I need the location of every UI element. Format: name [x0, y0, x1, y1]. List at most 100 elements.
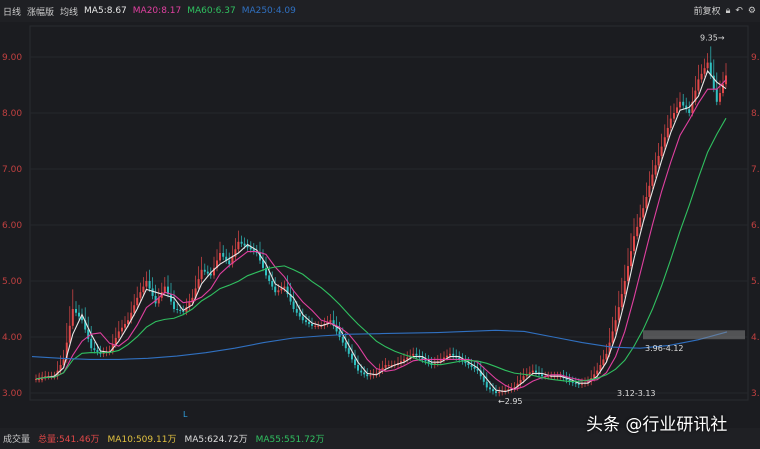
candle-body — [203, 269, 206, 272]
candle-body — [151, 288, 154, 296]
candle-body — [268, 275, 271, 281]
candle-body — [464, 361, 467, 364]
marker-l: L — [183, 410, 188, 419]
candle-body — [237, 241, 240, 250]
range-box — [643, 330, 745, 340]
candle-body — [654, 165, 657, 175]
candle-body — [170, 294, 172, 302]
y-tick-label: 6.00 — [2, 221, 22, 231]
candle-body — [676, 107, 678, 113]
adjust-button[interactable]: 前复权 — [694, 4, 721, 17]
candle-body — [277, 290, 280, 293]
candle-body — [200, 269, 203, 280]
volume-label: 成交量 — [3, 435, 31, 445]
candle-body — [357, 365, 359, 371]
candle-body — [541, 374, 543, 377]
candle-body — [623, 281, 626, 295]
ma60-line — [35, 117, 727, 383]
candle-body — [663, 137, 666, 147]
candle-body — [354, 359, 356, 365]
candle-body — [347, 348, 350, 354]
candle-body — [369, 375, 372, 377]
ma5-value: MA5:8.67 — [84, 6, 127, 16]
candle-body — [528, 372, 531, 375]
y-tick-label-right: 7. — [751, 165, 760, 175]
candle-body — [627, 266, 629, 281]
candle-body — [660, 146, 663, 156]
candle-body — [602, 359, 605, 365]
y-tick-label: 7.00 — [2, 165, 22, 175]
candle-body — [243, 243, 246, 246]
candle-body — [274, 286, 277, 293]
candle-body — [292, 301, 295, 309]
range1-annotation: 3.96-4.12 — [645, 344, 684, 353]
candle-body — [308, 322, 310, 324]
candle-body — [645, 197, 648, 209]
y-tick-label: 4.00 — [2, 333, 22, 343]
ma60-value: MA60:6.37 — [187, 6, 236, 16]
candle-body — [78, 312, 80, 317]
candle-body — [620, 294, 623, 308]
y-tick-label-right: 5. — [751, 277, 760, 287]
candle-body — [90, 338, 93, 349]
candle-body — [636, 226, 639, 237]
candle-body — [679, 101, 681, 108]
y-tick-label-right: 9. — [751, 53, 760, 63]
candle-body — [127, 320, 129, 324]
candle-body — [96, 350, 99, 352]
overlay-button[interactable]: 涨幅版 — [27, 5, 54, 18]
candle-body — [470, 365, 473, 367]
candle-body — [574, 382, 577, 384]
candle-body — [642, 208, 645, 218]
ma-toggle[interactable]: 均线 — [60, 5, 78, 18]
candle-body — [228, 260, 231, 265]
candle-body — [117, 331, 120, 338]
candle-body — [535, 370, 537, 373]
undo-icon[interactable]: ↶ — [735, 6, 743, 16]
candle-body — [666, 127, 669, 138]
settings-icon[interactable]: ⚙ — [748, 6, 756, 16]
y-tick-label-right: 6. — [751, 221, 760, 231]
y-tick-label: 5.00 — [2, 277, 22, 287]
candle-body — [387, 365, 390, 366]
candle-body — [360, 370, 363, 373]
candle-body — [252, 249, 255, 252]
candle-body — [173, 301, 175, 309]
candle-body — [283, 286, 286, 289]
candle-body — [206, 271, 209, 274]
y-tick-label: 3.00 — [2, 389, 22, 399]
candle-body — [341, 337, 344, 343]
candle-body — [344, 342, 347, 349]
price-chart[interactable]: 3.00 3. 4.00 4. 5.00 5. 6.00 6. 7.00 7. 8.00 8. 9.00… — [0, 22, 760, 428]
candle-body — [489, 387, 491, 390]
y-tick-label-right: 4. — [751, 333, 760, 343]
candle-body — [295, 309, 298, 313]
y-tick-label: 9.00 — [2, 53, 22, 63]
candle-body — [351, 353, 353, 360]
candle-body — [271, 281, 274, 287]
candle-body — [139, 292, 142, 298]
candle-body — [657, 155, 660, 166]
candle-body — [406, 357, 409, 360]
lock-icon[interactable]: 🔒︎ — [726, 6, 731, 16]
candle-body — [648, 185, 651, 197]
candle-body — [719, 93, 721, 102]
candle-body — [298, 312, 301, 317]
candle-body — [219, 253, 221, 261]
volume-ma55: MA55:551.72万 — [255, 435, 325, 445]
period-selector[interactable]: 日线 — [3, 5, 21, 18]
candle-body — [531, 370, 534, 373]
ma20-value: MA20:8.17 — [132, 6, 182, 16]
candle-body — [605, 353, 608, 360]
candle-body — [688, 109, 691, 113]
candle-body — [148, 281, 151, 289]
candle-body — [495, 391, 497, 393]
candle-body — [577, 383, 580, 385]
candle-body — [68, 325, 71, 343]
candle-body — [473, 366, 476, 369]
candle-body — [614, 320, 617, 332]
candle-body — [121, 327, 123, 332]
candle-body — [176, 309, 179, 310]
candle-body — [673, 113, 675, 119]
ma20-line — [35, 79, 727, 391]
